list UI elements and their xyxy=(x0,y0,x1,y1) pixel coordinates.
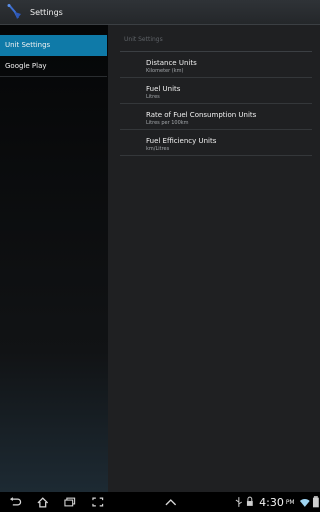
lock-icon xyxy=(247,496,254,506)
preference-list: Distance Units Kilometer (km) Fuel Units… xyxy=(120,52,312,156)
wifi-icon xyxy=(299,498,310,507)
pref-title: Rate of Fuel Consumption Units xyxy=(146,111,257,119)
pref-distance-units[interactable]: Distance Units Kilometer (km) xyxy=(120,52,312,78)
back-icon[interactable] xyxy=(8,496,22,508)
pref-title: Distance Units xyxy=(146,59,197,67)
nav-item-label: Unit Settings xyxy=(5,41,51,49)
nav-item-unit-settings[interactable]: Unit Settings xyxy=(0,35,107,56)
section-header: Unit Settings xyxy=(124,36,163,43)
nav-item-label: Google Play xyxy=(5,62,47,70)
main-area: Unit Settings Google Play Unit Settings … xyxy=(0,25,320,492)
settings-detail-pane: Unit Settings Distance Units Kilometer (… xyxy=(108,25,320,492)
pref-title: Fuel Units xyxy=(146,85,181,93)
system-bar: 4:30 PM xyxy=(0,492,320,512)
recent-apps-icon[interactable] xyxy=(63,496,77,508)
pref-summary: Litres per 100km xyxy=(146,120,189,126)
pref-fuel-units[interactable]: Fuel Units Litres xyxy=(120,78,312,104)
settings-nav: Unit Settings Google Play xyxy=(0,25,107,492)
pref-summary: Litres xyxy=(146,94,160,100)
clock-time: 4:30 xyxy=(259,495,284,509)
clock-ampm: PM xyxy=(285,498,295,506)
pref-summary: Kilometer (km) xyxy=(146,68,184,74)
nav-item-google-play[interactable]: Google Play xyxy=(0,56,107,77)
home-icon[interactable] xyxy=(36,496,50,508)
fuel-app-icon[interactable] xyxy=(6,3,24,21)
pref-summary: km/Litres xyxy=(146,146,170,152)
pref-title: Fuel Efficiency Units xyxy=(146,137,217,145)
usb-icon xyxy=(235,497,242,507)
pref-efficiency-units[interactable]: Fuel Efficiency Units km/Litres xyxy=(120,130,312,156)
action-bar-title: Settings xyxy=(30,7,63,17)
up-icon[interactable] xyxy=(164,496,178,508)
battery-icon xyxy=(313,496,320,508)
screenshot-icon[interactable] xyxy=(91,496,105,508)
pref-consumption-units[interactable]: Rate of Fuel Consumption Units Litres pe… xyxy=(120,104,312,130)
action-bar: Settings xyxy=(0,0,320,25)
